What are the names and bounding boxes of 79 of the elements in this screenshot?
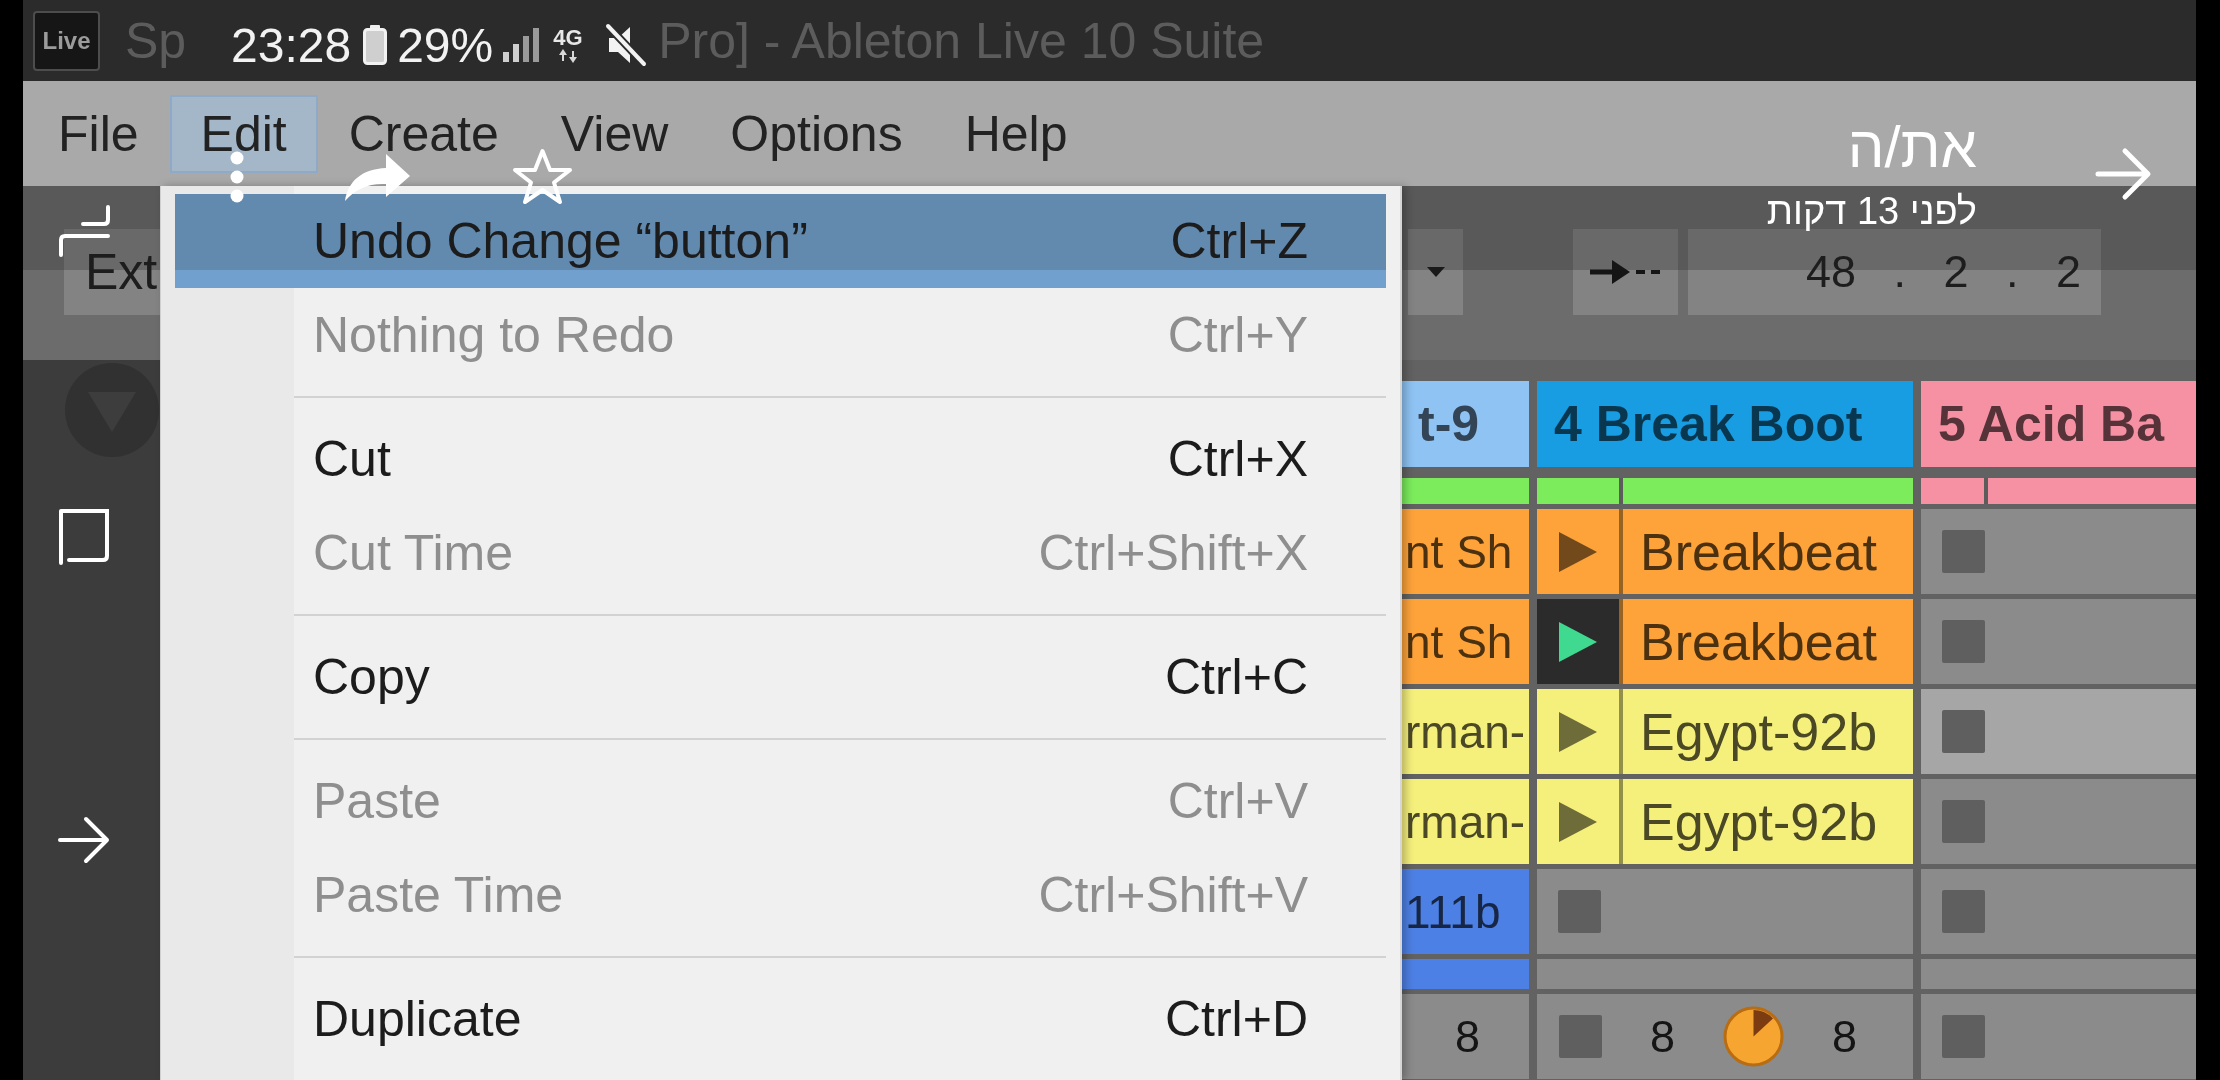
launch-button[interactable] — [1537, 599, 1623, 684]
menu-item[interactable]: Copy Ctrl+C — [175, 630, 1386, 724]
track-header[interactable]: 4 Break Boot — [1537, 381, 1913, 467]
launch-button[interactable] — [1537, 509, 1623, 594]
triangle-circle-icon[interactable] — [64, 362, 160, 458]
play-icon — [1558, 530, 1598, 573]
shortcut-text: Ctrl+Y — [1167, 306, 1308, 364]
menu-item[interactable]: Cut Ctrl+X — [175, 412, 1386, 506]
battery-percent-text: 29% — [397, 17, 494, 73]
arrow-right-icon[interactable] — [57, 814, 111, 866]
menu-bar-item[interactable]: View — [529, 94, 700, 173]
shortcut-text: Ctrl+X — [1167, 430, 1308, 488]
clip-slot[interactable]: Egypt-92b — [1623, 779, 1913, 864]
empty-clip-slot[interactable] — [1921, 509, 2196, 594]
launch-button[interactable] — [1537, 779, 1623, 864]
menu-bar-item[interactable]: Help — [933, 94, 1099, 173]
menu-bar-item[interactable]: File — [27, 94, 170, 173]
shortcut-text: Ctrl+V — [1167, 772, 1308, 830]
shortcut-text: Ctrl+C — [1164, 648, 1308, 706]
play-icon — [1558, 710, 1598, 753]
shortcut-text: Ctrl+Shift+X — [1038, 524, 1308, 582]
menu-bar-item[interactable]: Create — [317, 94, 530, 173]
arrow-dashes-icon — [1589, 259, 1662, 285]
launch-button[interactable] — [1537, 689, 1623, 774]
empty-clip-slot[interactable] — [1921, 689, 2196, 774]
clock-text: 23:28 — [231, 17, 352, 73]
clip-slot[interactable]: nt Sh — [1401, 509, 1529, 594]
clip-slot[interactable]: rman- — [1401, 689, 1529, 774]
app-logo: Live — [33, 10, 100, 71]
stop-icon[interactable] — [1942, 530, 1985, 573]
track-header[interactable]: t-9 — [1401, 381, 1529, 467]
clip-slot[interactable]: 111b — [1401, 869, 1529, 954]
clip-slot[interactable]: rman- — [1401, 779, 1529, 864]
shortcut-text: Ctrl+D — [1164, 990, 1308, 1048]
curved-arrow-icon[interactable] — [344, 151, 411, 202]
sync-button[interactable]: Ext — [64, 229, 160, 315]
play-icon — [1558, 800, 1598, 843]
stop-icon[interactable] — [1558, 890, 1601, 933]
stop-icon[interactable] — [1942, 890, 1985, 933]
dropdown-button[interactable] — [1408, 229, 1463, 315]
pie-icon — [1723, 1006, 1785, 1067]
track-value-text: 8 — [1455, 1010, 1481, 1063]
shortcut-text: Ctrl+Z — [1170, 212, 1308, 270]
play-icon — [1558, 620, 1598, 663]
stop-icon[interactable] — [1942, 1015, 1985, 1058]
empty-clip-slot[interactable] — [1921, 599, 2196, 684]
track-value-text: 8 — [1832, 1010, 1858, 1063]
arrow-right-icon[interactable] — [2095, 147, 2152, 201]
menu-bar-item[interactable]: Edit — [169, 94, 318, 173]
sender-name: את/ה — [1847, 114, 1977, 180]
track-value-text: 8 — [1650, 1010, 1676, 1063]
clip-slot[interactable] — [1401, 959, 1529, 989]
mute-icon — [604, 23, 647, 67]
menu-bar-item[interactable]: Options — [699, 94, 934, 173]
network-type-text: 4G — [553, 27, 583, 49]
clip-slot[interactable]: Egypt-92b — [1623, 689, 1913, 774]
track-header[interactable]: 5 Acid Ba — [1921, 381, 2196, 467]
stop-icon[interactable] — [1942, 800, 1985, 843]
menu-item[interactable]: Duplicate Ctrl+D — [175, 972, 1386, 1066]
empty-clip-slot[interactable] — [1537, 869, 1913, 954]
empty-clip-slot[interactable] — [1537, 959, 1913, 989]
empty-clip-slot[interactable] — [1921, 869, 2196, 954]
square-outline-icon[interactable] — [57, 507, 111, 566]
stop-icon[interactable] — [1942, 710, 1985, 753]
stop-icon[interactable] — [1559, 1015, 1602, 1058]
arrow-button[interactable] — [1573, 229, 1678, 315]
clip-slot[interactable]: nt Sh — [1401, 599, 1529, 684]
data-arrows-icon — [558, 49, 577, 63]
shortcut-text: Ctrl+Shift+V — [1038, 866, 1308, 924]
empty-clip-slot[interactable] — [1921, 959, 2196, 989]
caret-icon — [1426, 267, 1445, 277]
signal-icon — [503, 28, 540, 62]
battery-icon — [363, 25, 388, 65]
clip-slot[interactable]: Breakbeat — [1623, 599, 1913, 684]
empty-clip-slot[interactable] — [1921, 779, 2196, 864]
menu-item[interactable]: Undo Change “button” Ctrl+Z — [175, 194, 1386, 288]
clip-slot[interactable]: Breakbeat — [1623, 509, 1913, 594]
more-vertical-icon[interactable] — [228, 150, 246, 203]
stop-icon[interactable] — [1942, 620, 1985, 663]
